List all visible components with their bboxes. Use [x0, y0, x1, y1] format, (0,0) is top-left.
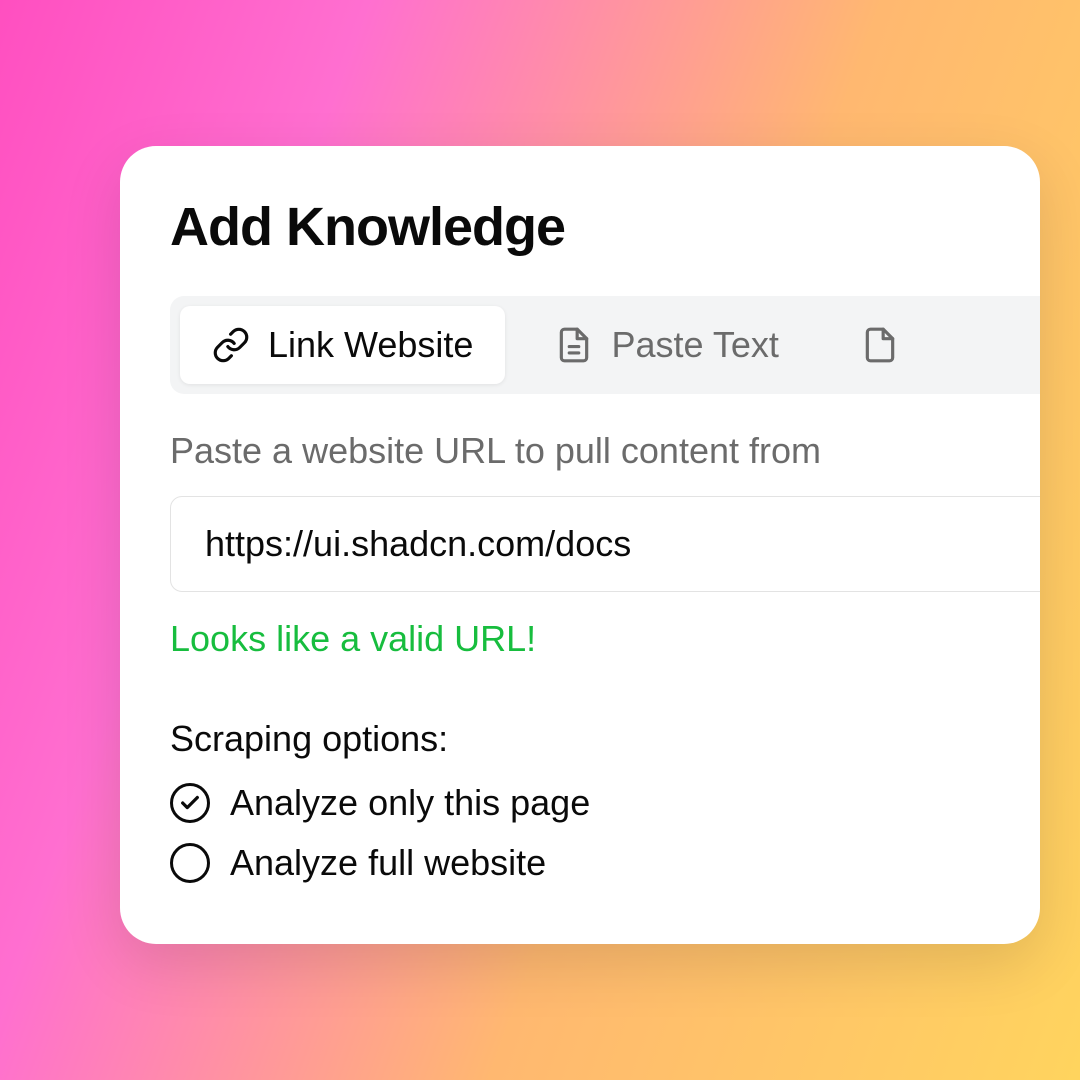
radio-checked-icon	[170, 783, 210, 823]
radio-option-only-page[interactable]: Analyze only this page	[170, 782, 1040, 824]
radio-unchecked-icon	[170, 843, 210, 883]
url-input[interactable]	[170, 496, 1040, 592]
tab-paste-text-label: Paste Text	[611, 324, 778, 366]
scraping-options-label: Scraping options:	[170, 718, 1040, 760]
tab-link-website[interactable]: Link Website	[180, 306, 505, 384]
tab-file[interactable]	[829, 308, 931, 382]
page-title: Add Knowledge	[170, 196, 1040, 258]
link-icon	[212, 326, 250, 364]
tab-link-website-label: Link Website	[268, 324, 473, 366]
radio-option-full-website[interactable]: Analyze full website	[170, 842, 1040, 884]
radio-label-full-website: Analyze full website	[230, 842, 546, 884]
tab-paste-text[interactable]: Paste Text	[523, 306, 810, 384]
helper-text: Paste a website URL to pull content from	[170, 430, 1040, 472]
radio-label-only-page: Analyze only this page	[230, 782, 590, 824]
document-text-icon	[555, 326, 593, 364]
file-icon	[861, 326, 899, 364]
add-knowledge-card: Add Knowledge Link Website Paste Text	[120, 146, 1040, 944]
tabs-container: Link Website Paste Text	[170, 296, 1040, 394]
validation-message: Looks like a valid URL!	[170, 618, 1040, 660]
radio-group-scraping: Analyze only this page Analyze full webs…	[170, 782, 1040, 884]
